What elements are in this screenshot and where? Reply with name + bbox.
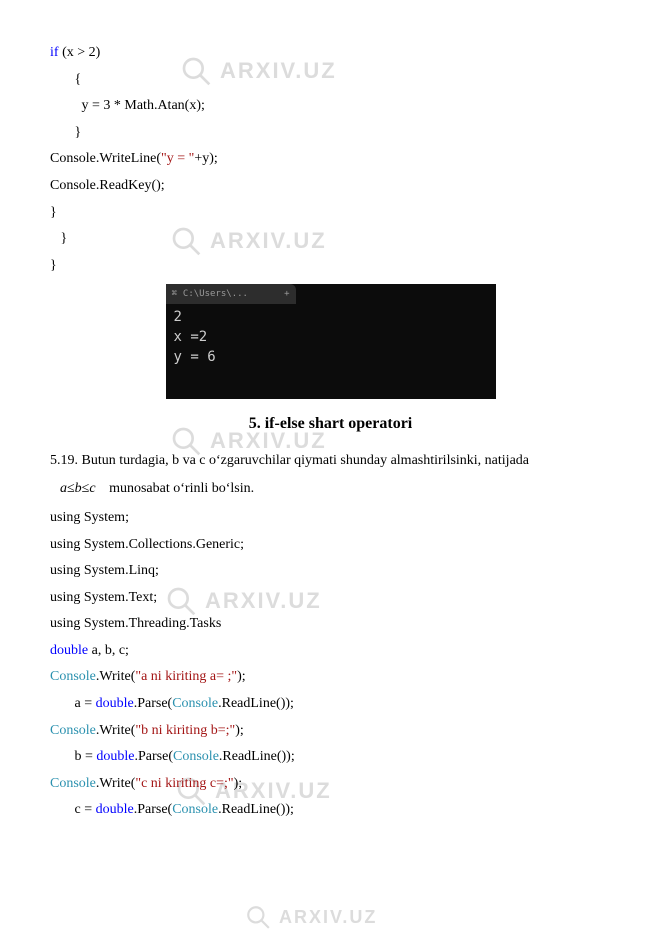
string-literal: "y = " xyxy=(161,151,194,166)
code-text: .ReadLine()); xyxy=(218,696,294,711)
terminal-tab-plus: + xyxy=(284,286,289,303)
task-text: 5.19. Butun turdagia, b va c oʻzgaruvchi… xyxy=(50,453,529,468)
section-heading: 5. if-else shart operatori xyxy=(50,409,611,439)
code-text: .Write( xyxy=(96,669,135,684)
code-line: using System.Text; xyxy=(50,585,611,612)
type-console: Console xyxy=(172,802,218,817)
keyword-double: double xyxy=(96,802,134,817)
terminal-icon: ⌘ xyxy=(172,286,177,303)
string-literal: "c ni kiriting c=;" xyxy=(135,776,233,791)
code-line: Console.Write("c ni kiriting c=;"); xyxy=(50,771,611,798)
code-line: Console.Write("b ni kiriting b=;"); xyxy=(50,718,611,745)
code-line: using System; xyxy=(50,505,611,532)
magnifier-icon xyxy=(245,904,271,930)
code-line: a = double.Parse(Console.ReadLine()); xyxy=(50,691,611,718)
code-text: b = xyxy=(50,749,96,764)
code-line: if (x > 2) xyxy=(50,40,611,67)
watermark: ARXIV.UZ xyxy=(245,900,377,934)
terminal-tab-title: C:\Users\... xyxy=(183,286,248,303)
terminal-body: 2 x =2 y = 6 xyxy=(166,304,496,371)
terminal-line: y = 6 xyxy=(174,348,488,368)
code-line: Console.Write("a ni kiriting a= ;"); xyxy=(50,664,611,691)
code-text: ); xyxy=(234,776,243,791)
string-literal: "b ni kiriting b=;" xyxy=(135,723,235,738)
type-console: Console xyxy=(50,776,96,791)
string-literal: "a ni kiriting a= ;" xyxy=(135,669,237,684)
task-paragraph: 5.19. Butun turdagia, b va c oʻzgaruvchi… xyxy=(50,448,611,475)
code-text: .Parse( xyxy=(135,749,174,764)
code-text: Console.WriteLine( xyxy=(50,151,161,166)
keyword-double: double xyxy=(96,749,134,764)
code-text: .ReadLine()); xyxy=(219,749,295,764)
type-console: Console xyxy=(172,696,218,711)
code-text: ); xyxy=(237,669,246,684)
keyword-if: if xyxy=(50,45,59,60)
inequality-formula: a≤b≤c xyxy=(50,481,106,496)
code-text: .Parse( xyxy=(134,696,173,711)
code-line: using System.Threading.Tasks xyxy=(50,611,611,638)
code-line: } xyxy=(50,120,611,147)
code-line: } xyxy=(50,226,611,253)
code-line: using System.Linq; xyxy=(50,558,611,585)
code-line: } xyxy=(50,253,611,280)
code-text: .Write( xyxy=(96,723,135,738)
code-line: } xyxy=(50,200,611,227)
task-suffix: munosabat oʻrinli boʻlsin. xyxy=(106,481,255,496)
task-paragraph-line2: a≤b≤c munosabat oʻrinli boʻlsin. xyxy=(50,476,611,503)
code-text: .ReadLine()); xyxy=(218,802,294,817)
code-line: y = 3 * Math.Atan(x); xyxy=(50,93,611,120)
code-line: c = double.Parse(Console.ReadLine()); xyxy=(50,797,611,824)
page-content: if (x > 2) { y = 3 * Math.Atan(x); } Con… xyxy=(50,40,611,824)
code-text: c = xyxy=(50,802,96,817)
code-text: .Parse( xyxy=(134,802,173,817)
code-line: using System.Collections.Generic; xyxy=(50,532,611,559)
type-console: Console xyxy=(50,669,96,684)
keyword-double: double xyxy=(96,696,134,711)
code-line: Console.WriteLine("y = "+y); xyxy=(50,146,611,173)
code-text: a, b, c; xyxy=(88,643,129,658)
code-line: double a, b, c; xyxy=(50,638,611,665)
code-line: b = double.Parse(Console.ReadLine()); xyxy=(50,744,611,771)
terminal-line: x =2 xyxy=(174,328,488,348)
terminal-tab: ⌘ C:\Users\... + xyxy=(166,284,296,304)
code-line: Console.ReadKey(); xyxy=(50,173,611,200)
code-text: a = xyxy=(50,696,96,711)
terminal-window: ⌘ C:\Users\... + 2 x =2 y = 6 xyxy=(166,284,496,399)
code-text: .Write( xyxy=(96,776,135,791)
code-text: +y); xyxy=(194,151,217,166)
code-line: { xyxy=(50,67,611,94)
type-console: Console xyxy=(50,723,96,738)
type-console: Console xyxy=(173,749,219,764)
code-text: ); xyxy=(235,723,244,738)
code-text: (x > 2) xyxy=(59,45,101,60)
terminal-line: 2 xyxy=(174,308,488,328)
watermark-text: ARXIV.UZ xyxy=(279,900,377,934)
keyword-double: double xyxy=(50,643,88,658)
